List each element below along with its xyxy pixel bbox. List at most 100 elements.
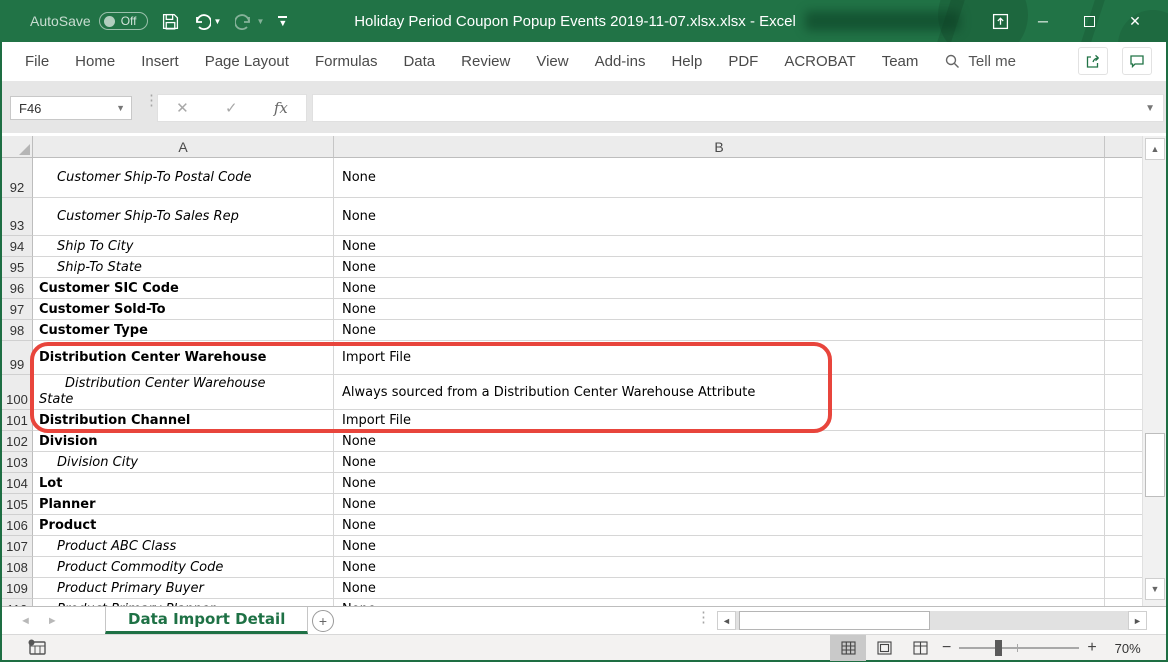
cell-empty[interactable] [1105,473,1142,494]
row-number[interactable]: 94 [2,236,33,257]
cell-empty[interactable] [1105,494,1142,515]
zoom-out-button[interactable]: − [942,639,951,657]
row-number[interactable]: 99 [2,341,33,375]
scroll-up-button[interactable]: ▲ [1145,138,1165,160]
tab-view[interactable]: View [523,42,581,81]
cell-source-value[interactable]: None [334,236,1105,257]
new-sheet-button[interactable]: + [312,610,334,632]
save-button[interactable] [162,13,179,30]
redo-button[interactable]: ▼ [235,12,264,30]
undo-dropdown-arrow[interactable]: ▼ [214,17,222,26]
cell-field-name[interactable]: Distribution Channel [33,410,334,431]
customize-quick-access-button[interactable]: ▼ [278,16,287,26]
cell-field-name[interactable]: Distribution Center Warehouse [33,341,334,375]
cell-source-value[interactable]: None [334,431,1105,452]
tab-add-ins[interactable]: Add-ins [582,42,659,81]
row-number[interactable]: 109 [2,578,33,599]
cell-source-value[interactable]: None [334,158,1105,198]
zoom-in-button[interactable]: + [1087,639,1096,657]
cell-empty[interactable] [1105,599,1142,606]
cell-empty[interactable] [1105,375,1142,410]
cell-empty[interactable] [1105,452,1142,473]
cell-source-value[interactable]: None [334,536,1105,557]
row-number[interactable]: 96 [2,278,33,299]
page-layout-view-button[interactable] [866,635,902,661]
tab-review[interactable]: Review [448,42,523,81]
redo-dropdown-arrow[interactable]: ▼ [256,17,264,26]
tab-insert[interactable]: Insert [128,42,192,81]
cell-empty[interactable] [1105,536,1142,557]
cell-field-name[interactable]: Division City [33,452,334,473]
cell-empty[interactable] [1105,257,1142,278]
cell-field-name[interactable]: Product ABC Class [33,536,334,557]
tab-help[interactable]: Help [658,42,715,81]
cell-empty[interactable] [1105,236,1142,257]
scroll-down-button[interactable]: ▼ [1145,578,1165,600]
cell-field-name[interactable]: Ship To City [33,236,334,257]
cell-empty[interactable] [1105,578,1142,599]
cell-field-name[interactable]: Product Commodity Code [33,557,334,578]
cancel-formula-button[interactable]: ✕ [176,99,189,117]
cell-field-name[interactable]: Customer SIC Code [33,278,334,299]
cell-source-value[interactable]: None [334,494,1105,515]
column-header-partial[interactable] [1105,136,1142,158]
cell-empty[interactable] [1105,278,1142,299]
zoom-slider-thumb[interactable] [995,640,1002,656]
tab-page-layout[interactable]: Page Layout [192,42,302,81]
row-number[interactable]: 101 [2,410,33,431]
vertical-scrollbar-thumb[interactable] [1145,433,1165,497]
row-number[interactable]: 102 [2,431,33,452]
tab-team[interactable]: Team [869,42,932,81]
cell-field-name[interactable]: Product Primary Buyer [33,578,334,599]
tell-me-search[interactable]: Tell me [945,53,1016,70]
page-break-preview-button[interactable] [902,635,938,661]
cell-source-value[interactable]: None [334,452,1105,473]
enter-formula-button[interactable]: ✓ [225,99,238,117]
tab-data[interactable]: Data [390,42,448,81]
tabbar-drag-handle[interactable]: ⋮ [696,614,711,621]
tab-pdf[interactable]: PDF [715,42,771,81]
cell-empty[interactable] [1105,410,1142,431]
formula-bar-input[interactable]: ▼ [312,94,1164,122]
sheet-tab-data-import-detail[interactable]: Data Import Detail [105,607,308,634]
name-box[interactable]: F46 ▼ [10,96,132,120]
minimize-button[interactable]: ─ [1020,0,1066,42]
row-number[interactable]: 104 [2,473,33,494]
row-number[interactable]: 107 [2,536,33,557]
cell-empty[interactable] [1105,515,1142,536]
tab-acrobat[interactable]: ACROBAT [771,42,868,81]
scroll-right-button[interactable]: ► [1128,611,1147,630]
share-button[interactable] [1078,47,1108,75]
ribbon-display-options-button[interactable] [980,0,1020,42]
row-number[interactable]: 93 [2,198,33,236]
cell-field-name[interactable]: Customer Ship-To Postal Code [33,158,334,198]
cell-source-value[interactable]: None [334,599,1105,606]
user-account-blurred[interactable] [805,11,960,31]
cell-source-value[interactable]: Always sourced from a Distribution Cente… [334,375,1105,410]
column-header-b[interactable]: B [334,136,1105,158]
cell-field-name[interactable]: Lot [33,473,334,494]
zoom-level[interactable]: 70% [1105,641,1141,656]
column-header-a[interactable]: A [33,136,334,158]
cell-empty[interactable] [1105,320,1142,341]
cell-field-name[interactable]: Customer Type [33,320,334,341]
maximize-button[interactable] [1066,0,1112,42]
cell-source-value[interactable]: None [334,473,1105,494]
cell-source-value[interactable]: None [334,198,1105,236]
horizontal-scrollbar-thumb[interactable] [739,611,930,630]
scroll-left-button[interactable]: ◄ [717,611,736,630]
horizontal-scrollbar[interactable]: ◄ ► [717,611,1147,630]
cell-field-name[interactable]: Customer Ship-To Sales Rep [33,198,334,236]
row-number[interactable]: 98 [2,320,33,341]
row-number[interactable]: 92 [2,158,33,198]
tab-formulas[interactable]: Formulas [302,42,391,81]
cell-empty[interactable] [1105,557,1142,578]
cell-field-name[interactable]: Distribution Center WarehouseState [33,375,334,410]
zoom-slider[interactable] [959,647,1079,649]
row-number[interactable]: 105 [2,494,33,515]
row-number[interactable]: 110 [2,599,33,606]
cell-empty[interactable] [1105,198,1142,236]
cell-source-value[interactable]: None [334,299,1105,320]
name-box-dropdown-arrow[interactable]: ▼ [116,103,125,113]
row-number[interactable]: 106 [2,515,33,536]
